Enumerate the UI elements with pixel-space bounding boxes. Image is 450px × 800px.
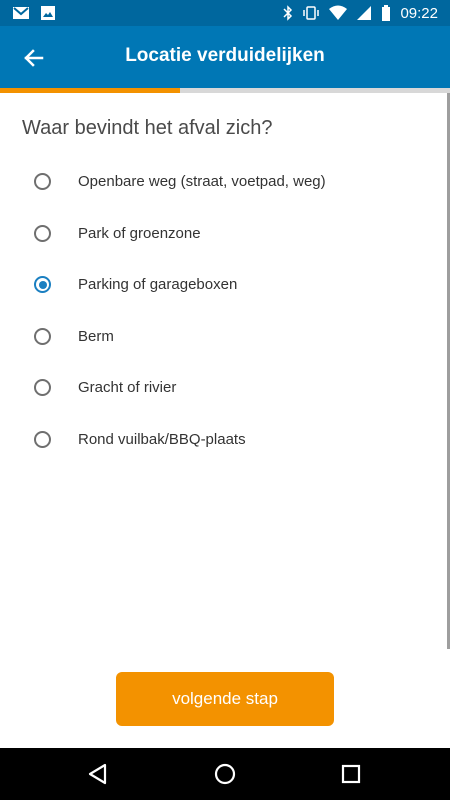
app-bar: Locatie verduidelijken <box>0 26 450 88</box>
nav-recents-button[interactable] <box>338 761 364 787</box>
next-step-button[interactable]: volgende stap <box>116 672 334 726</box>
progress-bar <box>0 88 450 93</box>
option-label: Parking of garageboxen <box>78 276 238 294</box>
image-icon <box>41 6 55 20</box>
vibrate-icon <box>303 6 320 20</box>
option-list: Openbare weg (straat, voetpad, weg) Park … <box>0 156 440 465</box>
radio-button[interactable] <box>34 224 51 242</box>
question-heading: Waar bevindt het afval zich? <box>22 117 273 139</box>
status-time: 09:22 <box>400 4 438 22</box>
status-bar: 09:22 <box>0 0 450 26</box>
option-label: Gracht of rivier <box>78 379 177 397</box>
signal-icon <box>357 6 372 20</box>
back-triangle-icon <box>88 763 107 785</box>
option-row[interactable]: Berm <box>0 311 440 363</box>
option-label: Openbare weg (straat, voetpad, weg) <box>78 173 326 191</box>
bluetooth-icon <box>283 5 293 21</box>
nav-back-button[interactable] <box>85 761 111 787</box>
radio-button-selected[interactable] <box>34 276 51 294</box>
page-title: Locatie verduidelijken <box>125 45 325 66</box>
option-row[interactable]: Parking of garageboxen <box>0 259 440 311</box>
option-label: Rond vuilbak/BBQ-plaats <box>78 430 246 448</box>
radio-button[interactable] <box>34 379 51 397</box>
radio-button[interactable] <box>34 430 51 448</box>
radio-button[interactable] <box>34 327 51 345</box>
radio-button[interactable] <box>34 173 51 191</box>
home-circle-icon <box>214 763 236 785</box>
option-row[interactable]: Rond vuilbak/BBQ-plaats <box>0 414 440 466</box>
progress-fill <box>0 88 180 93</box>
option-row[interactable]: Park of groenzone <box>0 208 440 260</box>
gmail-icon <box>13 7 29 19</box>
wifi-icon <box>329 5 348 20</box>
navigation-bar <box>0 748 450 800</box>
option-label: Park of groenzone <box>78 224 201 242</box>
nav-home-button[interactable] <box>212 761 238 787</box>
option-label: Berm <box>78 327 114 345</box>
battery-icon <box>382 5 391 21</box>
recents-square-icon <box>341 764 361 784</box>
option-row[interactable]: Gracht of rivier <box>0 362 440 414</box>
option-row[interactable]: Openbare weg (straat, voetpad, weg) <box>0 156 440 208</box>
